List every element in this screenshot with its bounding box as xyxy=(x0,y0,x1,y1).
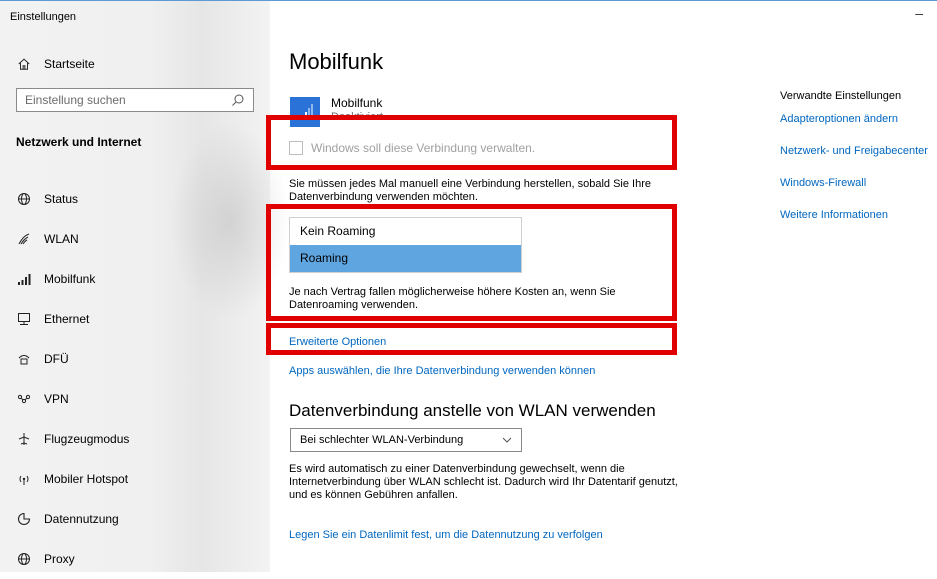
hotspot-icon xyxy=(16,471,32,487)
wlan-fallback-value: Bei schlechter WLAN-Verbindung xyxy=(300,434,464,446)
cellular-tile-icon xyxy=(302,104,313,118)
manage-connection-label: Windows soll diese Verbindung verwalten. xyxy=(311,141,536,155)
status-globe-icon xyxy=(16,191,32,207)
window-title: Einstellungen xyxy=(10,11,77,23)
sidebar-item-label: Mobiler Hotspot xyxy=(44,472,129,486)
sidebar-item-label: Ethernet xyxy=(44,312,90,326)
wlan-fallback-heading: Datenverbindung anstelle von WLAN verwen… xyxy=(289,401,656,420)
related-link-adapter-options[interactable]: Adapteroptionen ändern xyxy=(780,113,898,125)
related-link-windows-firewall[interactable]: Windows-Firewall xyxy=(780,177,866,189)
choose-apps-link[interactable]: Apps auswählen, die Ihre Datenverbindung… xyxy=(289,365,595,377)
settings-search-input[interactable] xyxy=(25,93,231,107)
wlan-fallback-select[interactable]: Bei schlechter WLAN-Verbindung xyxy=(290,428,522,452)
manage-description: Sie müssen jedes Mal manuell eine Verbin… xyxy=(289,178,651,203)
settings-search-box[interactable] xyxy=(16,88,254,112)
ethernet-icon xyxy=(16,311,32,327)
sidebar-item-flugzeugmodus[interactable]: Flugzeugmodus xyxy=(16,419,256,459)
home-icon xyxy=(16,56,32,72)
roaming-dropdown-list[interactable]: Kein Roaming Roaming xyxy=(289,217,522,273)
settings-window: Einstellungen Startseite Netzwerk und In… xyxy=(0,0,937,572)
data-usage-icon xyxy=(16,511,32,527)
related-link-network-sharing-center[interactable]: Netzwerk- und Freigabecenter xyxy=(780,145,928,157)
connection-status: Deaktiviert xyxy=(331,111,383,123)
sidebar-item-label: Datennutzung xyxy=(44,512,119,526)
sidebar-item-label: Proxy xyxy=(44,552,75,566)
sidebar-item-ethernet[interactable]: Ethernet xyxy=(16,299,256,339)
roaming-option-kein-roaming[interactable]: Kein Roaming xyxy=(290,218,521,245)
sidebar-section-title: Netzwerk und Internet xyxy=(16,135,142,149)
page-title: Mobilfunk xyxy=(289,49,384,74)
home-label: Startseite xyxy=(44,57,95,71)
chevron-down-icon xyxy=(502,437,512,443)
manage-connection-checkbox-row[interactable]: Windows soll diese Verbindung verwalten. xyxy=(289,141,535,155)
related-settings-panel: Verwandte Einstellungen Adapteroptionen … xyxy=(780,1,937,572)
related-link-more-info[interactable]: Weitere Informationen xyxy=(780,209,888,221)
sidebar-item-label: VPN xyxy=(44,392,69,406)
vpn-icon xyxy=(16,391,32,407)
sidebar: Einstellungen Startseite Netzwerk und In… xyxy=(0,1,290,572)
cellular-connection-tile[interactable] xyxy=(290,97,320,127)
wifi-icon xyxy=(16,231,32,247)
sidebar-item-label: Status xyxy=(44,192,79,206)
wlan-fallback-description: Es wird automatisch zu einer Datenverbin… xyxy=(289,463,678,501)
airplane-icon xyxy=(16,431,32,447)
data-limit-link[interactable]: Legen Sie ein Datenlimit fest, um die Da… xyxy=(289,529,603,541)
search-icon[interactable] xyxy=(231,93,245,107)
sidebar-item-label: WLAN xyxy=(44,232,79,246)
roaming-description: Je nach Vertrag fallen möglicherweise hö… xyxy=(289,286,616,311)
sidebar-item-datennutzung[interactable]: Datennutzung xyxy=(16,499,256,539)
sidebar-item-hotspot[interactable]: Mobiler Hotspot xyxy=(16,459,256,499)
proxy-globe-icon xyxy=(16,551,32,567)
sidebar-item-proxy[interactable]: Proxy xyxy=(16,539,256,579)
related-settings-title: Verwandte Einstellungen xyxy=(780,90,902,102)
sidebar-item-vpn[interactable]: VPN xyxy=(16,379,256,419)
sidebar-nav-list: Status WLAN Mobilfunk Ethernet DFÜ VPN F… xyxy=(16,179,256,579)
roaming-option-roaming[interactable]: Roaming xyxy=(290,245,521,272)
sidebar-item-label: DFÜ xyxy=(44,352,69,366)
cellular-signal-icon xyxy=(16,271,32,287)
manage-connection-checkbox[interactable] xyxy=(289,141,303,155)
sidebar-item-label: Mobilfunk xyxy=(44,272,96,286)
main-content: Mobilfunk Mobilfunk Deaktiviert Windows … xyxy=(270,1,780,572)
advanced-options-link[interactable]: Erweiterte Optionen xyxy=(289,336,386,348)
connection-name: Mobilfunk xyxy=(331,96,383,110)
sidebar-item-dfue[interactable]: DFÜ xyxy=(16,339,256,379)
sidebar-item-mobilfunk[interactable]: Mobilfunk xyxy=(16,259,256,299)
sidebar-item-wlan[interactable]: WLAN xyxy=(16,219,256,259)
home-nav-item[interactable]: Startseite xyxy=(16,54,95,74)
sidebar-item-label: Flugzeugmodus xyxy=(44,432,130,446)
sidebar-item-status[interactable]: Status xyxy=(16,179,256,219)
dialup-icon xyxy=(16,351,32,367)
